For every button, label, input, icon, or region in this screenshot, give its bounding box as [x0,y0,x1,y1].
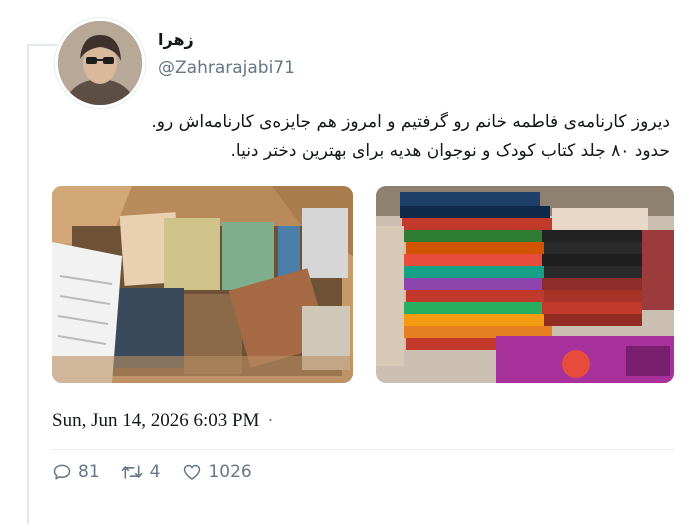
tweet-timestamp[interactable]: Sun, Jun 14, 2026 6:03 PM · [52,410,274,432]
avatar-image [58,21,142,105]
speech-bubble-icon [53,464,71,480]
divider [52,449,674,450]
action-bar: 81 4 1026 [52,458,252,486]
retweet-count: 4 [149,462,161,482]
display-name[interactable]: زهرا [158,30,194,49]
retweet-arrows-icon [121,465,143,479]
timestamp-separator: · [267,410,274,431]
retweet-button[interactable]: 4 [120,462,161,482]
heart-icon [184,464,201,480]
box-of-books-photo[interactable] [52,186,353,383]
tweet-text-line-1: دیروز کارنامه‌ی فاطمه خانم رو گرفتیم و ا… [151,112,670,132]
timestamp-text[interactable]: Sun, Jun 14, 2026 6:03 PM [52,410,259,431]
tweet-text-line-2: حدود ۸۰ جلد کتاب کودک و نوجوان هدیه برای… [230,141,670,161]
reply-button[interactable]: 81 [52,462,100,482]
like-count: 1026 [208,462,252,482]
reply-count: 81 [78,462,100,482]
user-handle[interactable]: @Zahrarajabi71 [158,58,295,78]
tweet-text: دیروز کارنامه‌ی فاطمه خانم رو گرفتیم و ا… [70,108,670,166]
like-button[interactable]: 1026 [182,462,252,482]
stacked-books-photo[interactable] [376,186,674,383]
avatar[interactable] [55,18,145,108]
thread-line [27,44,29,524]
thread-connector [27,44,57,46]
